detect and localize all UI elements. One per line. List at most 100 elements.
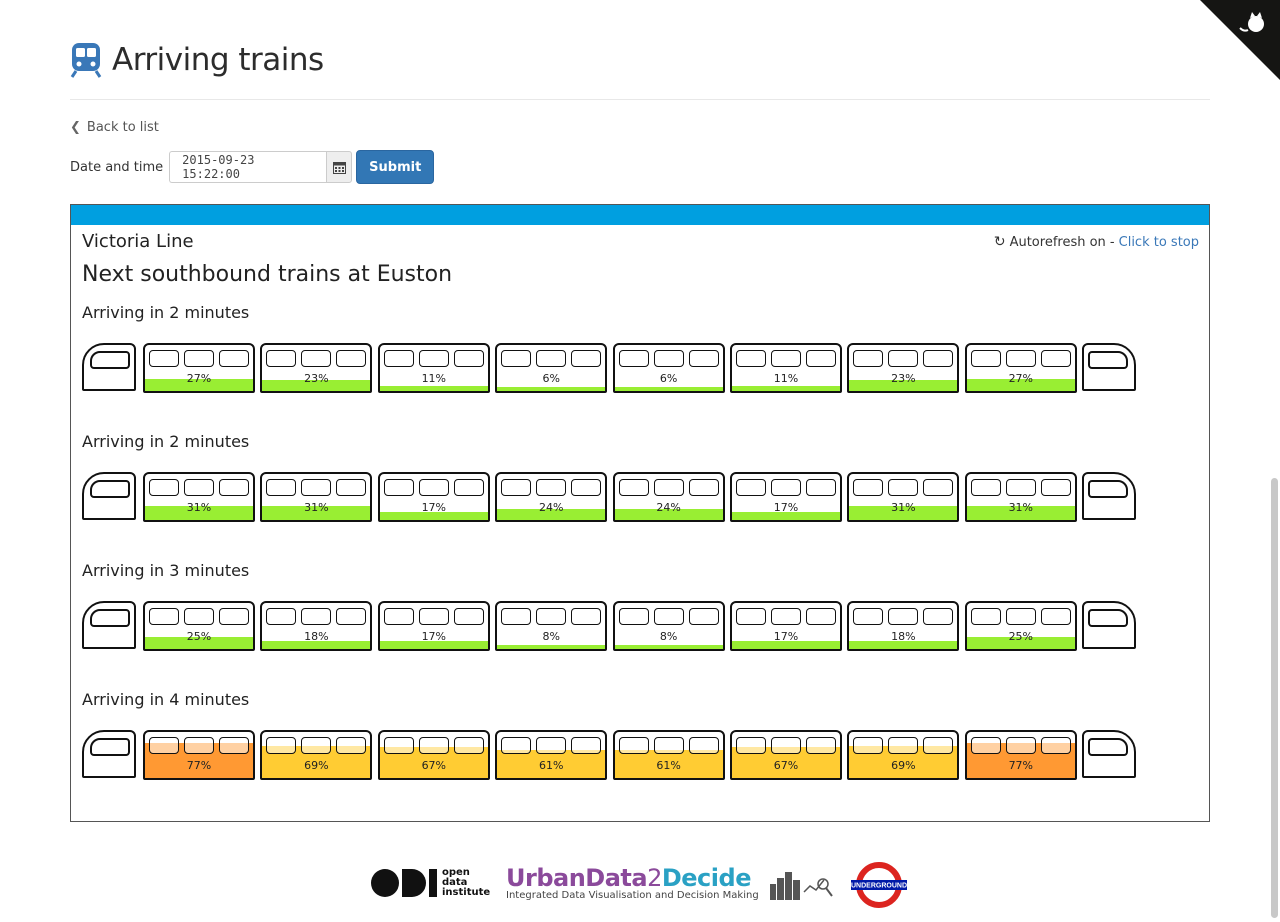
train-carriage: 67% [377,730,490,780]
carriage-load-label: 31% [304,501,329,514]
refresh-icon: ↻ [993,234,1006,250]
page-header: Arriving trains [70,38,324,82]
train-rear-cab [1082,472,1136,520]
train-rear-cab [1082,343,1136,391]
carriage-load-label: 23% [891,372,916,385]
carriage-load-label: 31% [186,501,212,514]
train-carriage: 17% [377,472,490,522]
train-carriage: 23% [260,343,373,393]
train-carriage: 23% [847,343,960,393]
train-carriage: 11% [730,343,842,393]
carriage-load-label: 69% [891,759,916,772]
date-form: Date and time 2015-09-23 15:22:00 Submit [70,150,435,184]
train-carriage: 8% [495,601,608,651]
line-panel: Victoria Line ↻ Autorefresh on - Click t… [70,204,1210,822]
arrival-label: Arriving in 2 minutes [82,303,250,322]
carriage-load-label: 31% [1008,501,1034,514]
load-fill [614,645,723,649]
train-carriage: 6% [495,343,608,393]
train-carriage: 31% [964,472,1077,522]
train-carriage: 8% [612,601,725,651]
load-fill [497,645,606,649]
carriage-load-label: 25% [186,630,212,643]
carriage-load-label: 24% [656,501,681,514]
carriage-load-label: 6% [542,372,560,385]
carriage-load-label: 6% [659,372,678,385]
urbandata2decide-logo: UrbanData2Decide Integrated Data Visuali… [506,864,759,901]
date-label: Date and time [70,159,164,175]
load-fill [379,386,488,391]
train-carriage: 18% [847,601,960,651]
train-icon [70,43,102,78]
autorefresh-label: Autorefresh on - [1009,234,1115,250]
train-graphic: 25% 18% 17% 8% 8% 17% 18% 25% [82,601,1142,651]
train-carriage: 31% [847,472,960,522]
odi-wordmark: open data institute [442,867,491,898]
train-carriage: 24% [612,472,725,522]
train-carriage: 11% [377,343,490,393]
train-front-cab [82,343,136,391]
chevron-left-icon: ❮ [70,120,81,135]
train-carriage: 17% [730,472,842,522]
arrival-label: Arriving in 2 minutes [82,432,250,451]
arrival-row: Arriving in 2 minutes 31% 31% 17% 24% 24% 17% 3… [82,432,1202,522]
train-graphic: 31% 31% 17% 24% 24% 17% 31% 31% [82,472,1142,522]
odi-mark-icon [371,869,437,897]
train-carriage: 25% [143,601,255,651]
autorefresh-status: ↻ Autorefresh on - Click to stop [994,234,1199,250]
carriage-load-label: 8% [542,630,560,643]
arrival-row: Arriving in 3 minutes 25% 18% 17% 8% 8% 17% 18%… [82,561,1202,651]
carriage-load-label: 11% [773,372,799,385]
train-carriage: 25% [964,601,1077,651]
load-fill [497,387,606,391]
carriage-load-label: 27% [1008,372,1034,385]
train-rear-cab [1082,601,1136,649]
carriage-load-label: 24% [538,501,564,514]
footer-logos: open data institute UrbanData2Decide Int… [0,858,1280,914]
scrollbar[interactable] [1271,478,1278,918]
train-carriage: 27% [143,343,255,393]
line-name: Victoria Line [82,231,194,252]
train-carriage: 17% [377,601,490,651]
load-fill [614,387,723,391]
arrival-row: Arriving in 4 minutes 77% 69% 67% 61% 61% 67% 6… [82,690,1202,780]
train-front-cab [82,472,136,520]
github-corner-icon[interactable] [1200,0,1280,80]
carriage-load-label: 61% [538,759,564,772]
arrival-label: Arriving in 3 minutes [82,561,250,580]
train-carriage: 18% [260,601,373,651]
arrival-label: Arriving in 4 minutes [82,690,250,709]
train-front-cab [82,601,136,649]
carriage-load-label: 17% [421,501,447,514]
calendar-icon [332,161,346,174]
carriage-load-label: 17% [773,501,799,514]
train-front-cab [82,730,136,778]
date-time-input[interactable]: 2015-09-23 15:22:00 [169,151,327,183]
train-carriage: 31% [260,472,373,522]
svg-text:UNDERGROUND: UNDERGROUND [851,883,907,890]
carriage-load-label: 17% [421,630,447,643]
calendar-button[interactable] [326,151,353,183]
line-color-bar [71,205,1209,225]
back-to-list-link[interactable]: ❮ Back to list [70,120,159,135]
carriage-load-label: 18% [304,630,329,643]
train-carriage: 31% [143,472,255,522]
train-carriage: 17% [730,601,842,651]
train-carriage: 61% [495,730,608,780]
carriage-load-label: 8% [659,630,678,643]
train-rear-cab [1082,730,1136,778]
carriage-load-label: 11% [421,372,447,385]
arrival-row: Arriving in 2 minutes 27% 23% 11% 6% 6% 11% 23%… [82,303,1202,393]
train-carriage: 61% [612,730,725,780]
carriage-load-label: 67% [773,759,799,772]
page-title: Arriving trains [112,42,324,78]
city-analytics-icon [770,872,833,900]
train-carriage: 69% [847,730,960,780]
carriage-load-label: 31% [891,501,916,514]
carriage-load-label: 77% [1008,759,1034,772]
submit-button[interactable]: Submit [356,150,435,184]
carriage-load-label: 61% [656,759,681,772]
stop-autorefresh-link[interactable]: Click to stop [1119,235,1199,250]
train-graphic: 27% 23% 11% 6% 6% 11% 23% 27% [82,343,1142,393]
load-fill [732,386,840,391]
